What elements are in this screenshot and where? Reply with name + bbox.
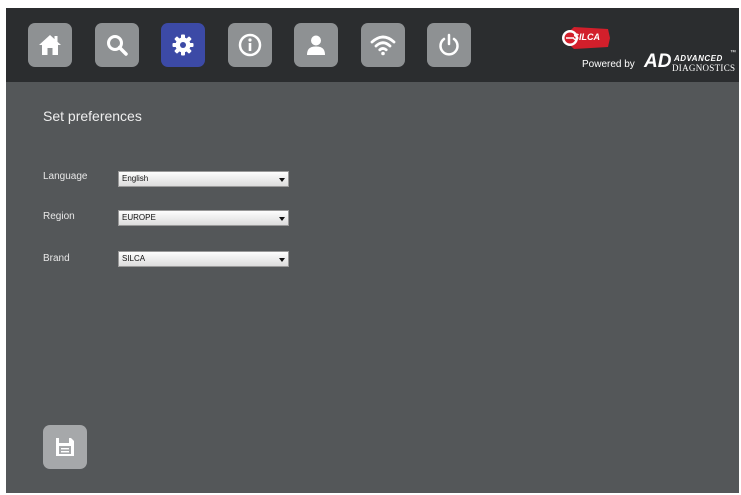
brand-logo: SILCA Powered by AD ADVANCED DIAGNOSTICS… — [558, 21, 736, 73]
home-icon — [39, 35, 61, 55]
app-window: SILCA Powered by AD ADVANCED DIAGNOSTICS… — [6, 8, 739, 493]
language-value: English — [122, 174, 149, 183]
region-value: EUROPE — [122, 213, 156, 222]
ad-mark: AD — [644, 51, 672, 72]
gear-icon — [172, 34, 194, 56]
trademark-mark: ™ — [730, 50, 736, 56]
region-select[interactable]: EUROPE — [118, 210, 289, 226]
info-icon — [238, 33, 262, 57]
chevron-down-icon — [279, 178, 285, 182]
brand-label: Brand — [43, 253, 70, 264]
brand-value: SILCA — [122, 254, 146, 263]
search-icon — [107, 35, 128, 56]
powered-by-text: Powered by — [582, 59, 635, 70]
language-label: Language — [43, 171, 88, 182]
brand-select[interactable]: SILCA — [118, 251, 289, 267]
top-toolbar: SILCA Powered by AD ADVANCED DIAGNOSTICS… — [6, 8, 739, 82]
home-button[interactable] — [28, 23, 72, 67]
user-icon — [307, 35, 325, 55]
save-icon — [56, 438, 74, 456]
power-icon — [439, 33, 459, 56]
advanced-text: ADVANCED — [674, 54, 723, 63]
wifi-icon — [370, 35, 396, 56]
chevron-down-icon — [279, 258, 285, 262]
user-button[interactable] — [294, 23, 338, 67]
info-button[interactable] — [228, 23, 272, 67]
language-select[interactable]: English — [118, 171, 289, 187]
page-title: Set preferences — [43, 108, 142, 124]
wifi-button[interactable] — [361, 23, 405, 67]
save-button[interactable] — [43, 425, 87, 469]
power-button[interactable] — [427, 23, 471, 67]
settings-button[interactable] — [161, 23, 205, 67]
region-label: Region — [43, 211, 75, 222]
silca-wordmark: SILCA — [573, 32, 600, 42]
diagnostics-text: DIAGNOSTICS — [672, 63, 736, 73]
chevron-down-icon — [279, 217, 285, 221]
search-button[interactable] — [95, 23, 139, 67]
